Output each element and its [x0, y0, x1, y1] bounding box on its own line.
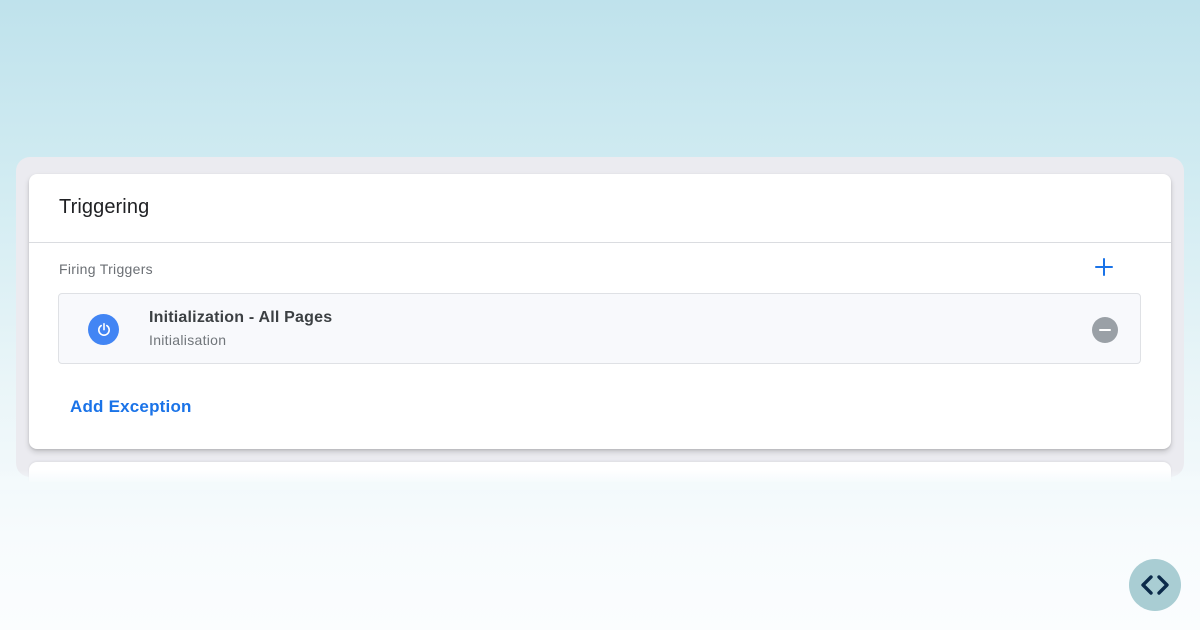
firing-triggers-section: Firing Triggers	[29, 243, 1171, 293]
power-icon-glyph	[97, 322, 110, 336]
triggering-card: Triggering Firing Triggers Initializatio…	[29, 174, 1171, 449]
code-brackets-icon	[1141, 575, 1169, 595]
card-title: Triggering	[59, 196, 150, 218]
code-toggle-button[interactable]	[1129, 559, 1181, 611]
remove-trigger-button[interactable]	[1092, 317, 1118, 343]
card-header: Triggering	[29, 174, 1171, 243]
trigger-row[interactable]: Initialization - All Pages Initialisatio…	[58, 293, 1141, 364]
trigger-name: Initialization - All Pages	[149, 309, 333, 326]
add-exception-link[interactable]: Add Exception	[70, 397, 192, 417]
fade-overlay	[0, 470, 1200, 490]
power-icon	[88, 314, 119, 345]
firing-triggers-label: Firing Triggers	[59, 261, 153, 277]
trigger-type: Initialisation	[149, 332, 227, 348]
add-trigger-button[interactable]	[1093, 256, 1115, 278]
